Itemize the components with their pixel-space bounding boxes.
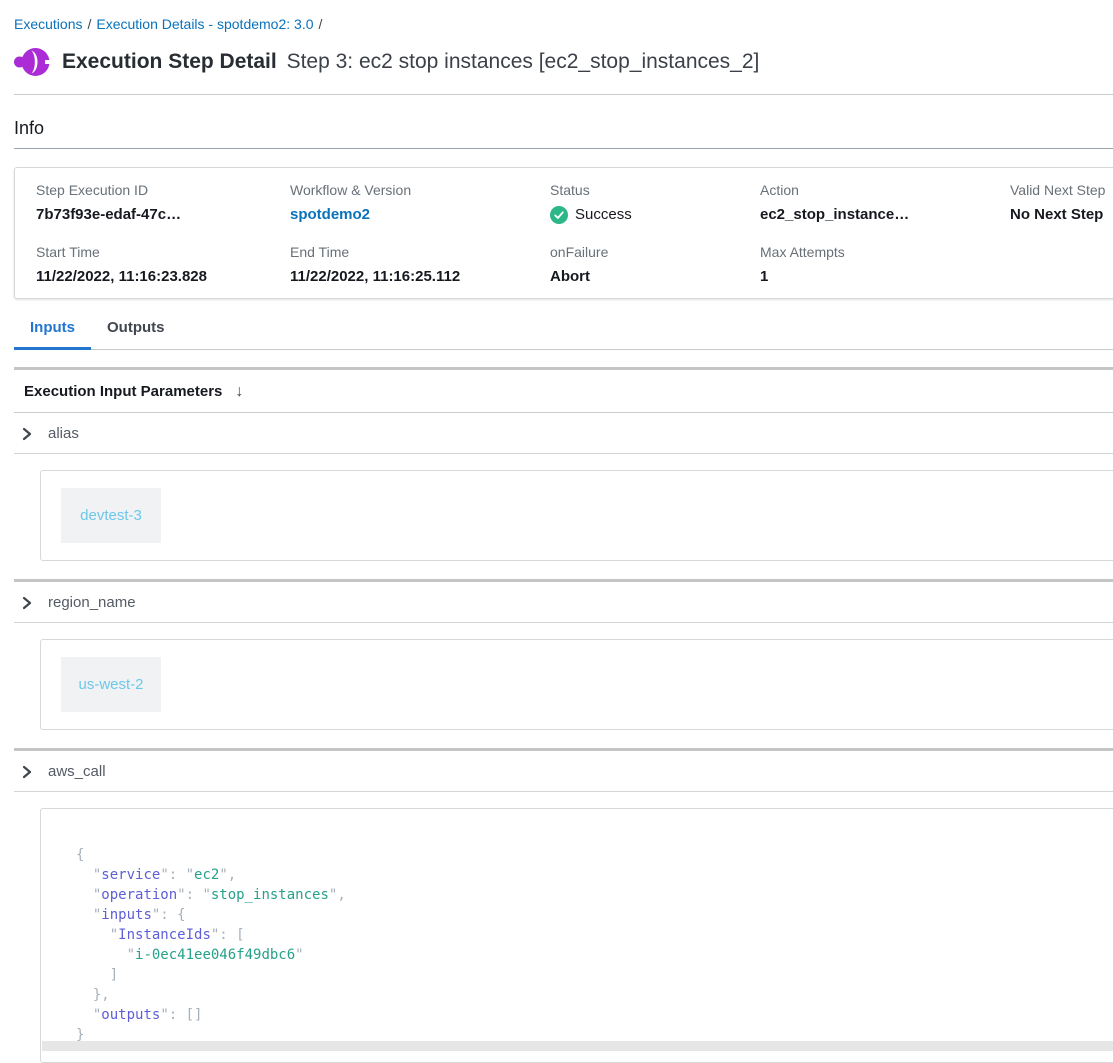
tab-outputs[interactable]: Outputs [91, 309, 181, 349]
breadcrumb-separator: / [87, 16, 91, 32]
info-field-end-time: End Time 11/22/2022, 11:16:25.112 [290, 244, 550, 286]
parameters-list: alias devtest-3 region_name us-west-2 aws_ca… [14, 413, 1113, 1063]
field-value: 1 [760, 268, 1010, 286]
field-value: 7b73f93e-edaf-47c… [36, 206, 290, 224]
field-value[interactable]: spotdemo2 [290, 206, 550, 224]
info-heading: Info [14, 118, 1113, 148]
field-label: Step Execution ID [36, 182, 290, 198]
param-value-panel-region-name: us-west-2 [40, 639, 1113, 730]
collapse-all-arrow-icon[interactable]: ↓ [235, 384, 243, 400]
field-label: End Time [290, 244, 550, 260]
info-field-workflow-version: Workflow & Version spotdemo2 [290, 182, 550, 224]
field-label: Action [760, 182, 1010, 198]
page-header: Execution Step Detail Step 3: ec2 stop i… [14, 45, 1113, 79]
chevron-right-icon [20, 764, 34, 780]
execution-step-detail-page: Executions / Execution Details - spotdemo2… [0, 0, 1113, 1063]
param-expander-region-name[interactable]: region_name [14, 582, 1113, 623]
success-status-icon [550, 206, 568, 224]
field-value: Success [550, 206, 760, 224]
field-value: ec2_stop_instance… [760, 206, 1010, 224]
field-label: Valid Next Step [1010, 182, 1113, 198]
breadcrumb-link-execution-details[interactable]: Execution Details - spotdemo2: 3.0 [96, 16, 313, 32]
param-value-panel-alias: devtest-3 [40, 470, 1113, 561]
breadcrumb: Executions / Execution Details - spotdemo2… [14, 0, 1113, 32]
field-label: onFailure [550, 244, 760, 260]
breadcrumb-separator: / [319, 16, 323, 32]
info-card-grid: Step Execution ID 7b73f93e-edaf-47c…Workf… [36, 182, 1113, 286]
param-name: region_name [48, 595, 136, 611]
param-name: alias [48, 426, 79, 442]
info-field-valid-next-step: Valid Next Step No Next Step [1010, 182, 1113, 224]
chevron-right-icon [20, 595, 34, 611]
field-label: Workflow & Version [290, 182, 550, 198]
info-card: Step Execution ID 7b73f93e-edaf-47c…Workf… [14, 167, 1113, 299]
field-label: Status [550, 182, 760, 198]
param-value-panel-aws-call: { "service": "ec2", "operation": "stop_i… [40, 808, 1113, 1063]
aws-call-code-block: { "service": "ec2", "operation": "stop_i… [76, 845, 1113, 1045]
info-field-max-attempts: Max Attempts 1 [760, 244, 1010, 286]
field-value: Abort [550, 268, 760, 286]
horizontal-scrollbar[interactable] [42, 1041, 1113, 1051]
chevron-right-icon [20, 426, 34, 442]
param-value-chip: us-west-2 [61, 657, 161, 712]
info-field-start-time: Start Time 11/22/2022, 11:16:23.828 [36, 244, 290, 286]
field-value: No Next Step [1010, 206, 1113, 224]
execution-input-parameters-header: Execution Input Parameters ↓ [14, 370, 1113, 413]
info-field-action: Action ec2_stop_instance… [760, 182, 1010, 224]
tab-bar: InputsOutputs [14, 309, 1113, 350]
param-value-chip: devtest-3 [61, 488, 161, 543]
workflow-logo-icon [14, 45, 50, 79]
breadcrumb-link-executions[interactable]: Executions [14, 16, 82, 32]
field-value: 11/22/2022, 11:16:23.828 [36, 268, 290, 286]
info-field-onfailure: onFailure Abort [550, 244, 760, 286]
field-label: Max Attempts [760, 244, 1010, 260]
info-field-step-execution-id: Step Execution ID 7b73f93e-edaf-47c… [36, 182, 290, 224]
field-label: Start Time [36, 244, 290, 260]
header-divider [14, 94, 1113, 95]
param-name: aws_call [48, 764, 106, 780]
info-field-status: Status Success [550, 182, 760, 224]
field-value: 11/22/2022, 11:16:25.112 [290, 268, 550, 286]
page-subtitle: Step 3: ec2 stop instances [ec2_stop_ins… [287, 50, 760, 73]
execution-input-parameters-label: Execution Input Parameters [24, 384, 222, 400]
tab-inputs[interactable]: Inputs [14, 309, 91, 349]
info-divider [14, 148, 1113, 149]
page-title: Execution Step Detail [62, 50, 277, 73]
param-expander-alias[interactable]: alias [14, 413, 1113, 454]
param-expander-aws-call[interactable]: aws_call [14, 751, 1113, 792]
